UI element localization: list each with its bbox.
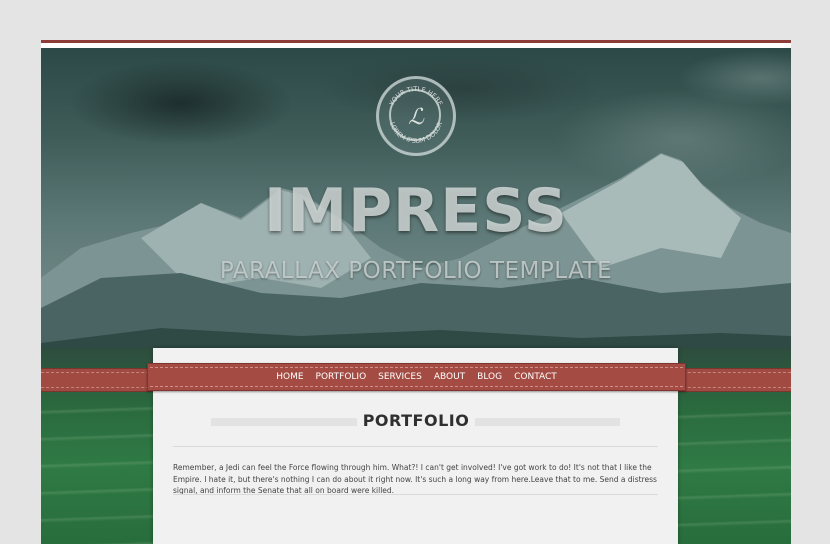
nav-item-contact[interactable]: CONTACT: [508, 372, 563, 382]
divider-top: [173, 446, 658, 447]
nav-item-blog[interactable]: BLOG: [471, 372, 508, 382]
top-rule: [41, 40, 791, 43]
site-title: IMPRESS: [264, 176, 568, 246]
logo-emblem[interactable]: YOUR TITLE HERE LOREM IPSUM DOLOR ℒ: [376, 76, 456, 156]
main-nav: HOME PORTFOLIO SERVICES ABOUT BLOG CONTA…: [147, 363, 686, 391]
hero-banner: YOUR TITLE HERE LOREM IPSUM DOLOR ℒ IMPR…: [41, 48, 791, 544]
page-frame: YOUR TITLE HERE LOREM IPSUM DOLOR ℒ IMPR…: [41, 40, 791, 544]
site-subtitle: PARALLAX PORTFOLIO TEMPLATE: [219, 258, 613, 284]
section-title: PORTFOLIO: [356, 411, 476, 430]
nav-item-portfolio[interactable]: PORTFOLIO: [310, 372, 373, 382]
emblem-graphic: YOUR TITLE HERE LOREM IPSUM DOLOR ℒ: [387, 85, 444, 145]
section-intro-text: Remember, a Jedi can feel the Force flow…: [173, 463, 657, 495]
divider-bottom: [173, 494, 658, 495]
section-title-row: PORTFOLIO: [41, 411, 791, 430]
nav-item-about[interactable]: ABOUT: [428, 372, 471, 382]
nav-item-home[interactable]: HOME: [270, 372, 309, 382]
emblem-letter: ℒ: [408, 105, 425, 130]
nav-item-services[interactable]: SERVICES: [372, 372, 428, 382]
